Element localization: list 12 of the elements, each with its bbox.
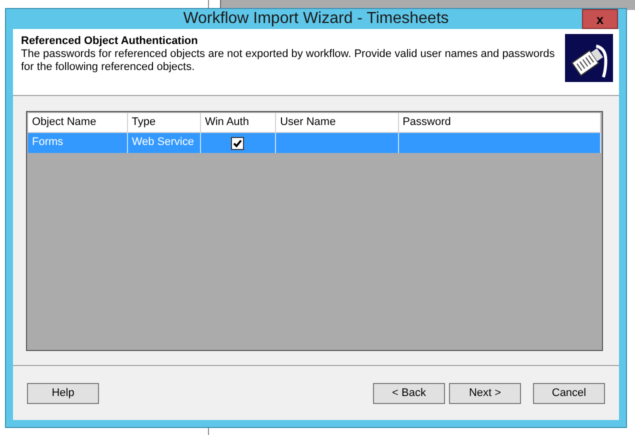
network-plug-icon xyxy=(565,34,613,82)
table-cell: Forms xyxy=(28,133,128,153)
wizard-button[interactable]: Next > xyxy=(449,382,521,404)
close-button[interactable]: x xyxy=(582,9,618,29)
cancel-button[interactable]: Cancel xyxy=(533,382,605,404)
page-title: Referenced Object Authentication xyxy=(21,35,199,47)
checkbox[interactable] xyxy=(231,136,244,150)
window-title: Workflow Import Wizard - Timesheets xyxy=(183,10,449,28)
table-cell: Web Service xyxy=(128,133,201,153)
wizard-button[interactable]: Help xyxy=(27,382,99,404)
wizard-button[interactable]: < Back xyxy=(373,382,445,404)
page-description: The passwords for referenced objects are not exported by workflow. Provide valid user names and passwords for the following referenced objects. xyxy=(21,48,556,74)
